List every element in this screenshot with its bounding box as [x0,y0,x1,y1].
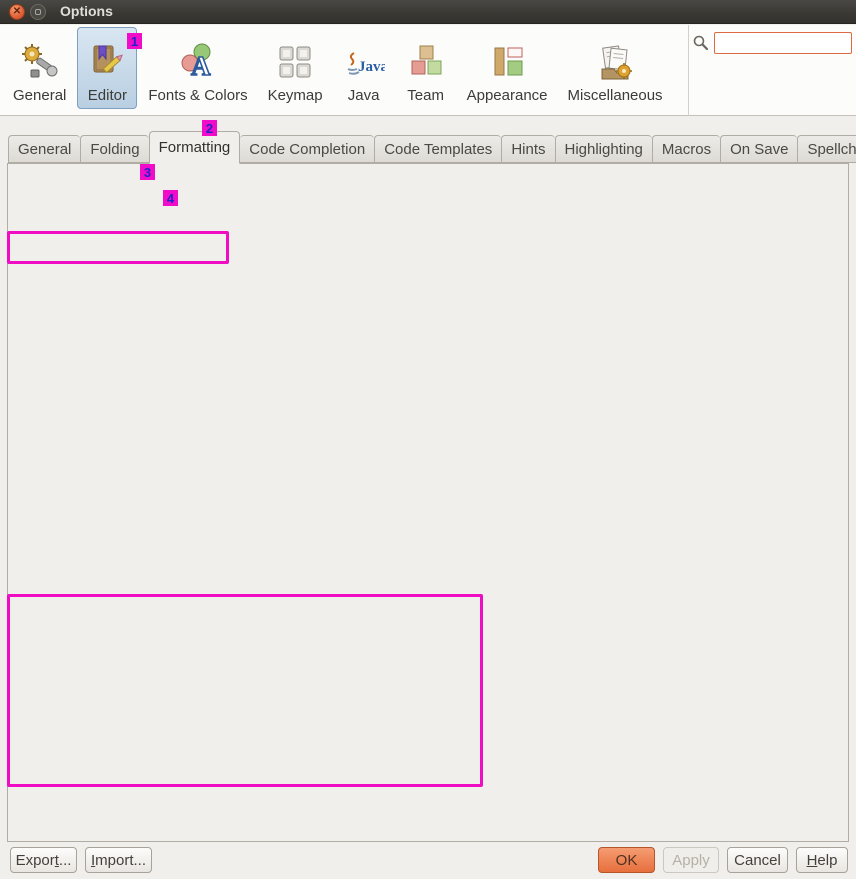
tab-hints[interactable]: Hints [501,135,554,163]
fonts-colors-icon: A [177,41,219,83]
annotation-marker-3: 3 [140,164,155,180]
team-icon [405,41,447,83]
window-title: Options [60,3,113,19]
tab-macros[interactable]: Macros [652,135,720,163]
toolbar-item-label: Fonts & Colors [148,87,247,104]
tab-code-completion[interactable]: Code Completion [240,135,374,163]
toolbar-item-label: Java [348,87,380,104]
toolbar-item-miscellaneous[interactable]: Miscellaneous [559,27,672,109]
title-bar: ✕ Options [0,0,856,24]
java-icon: Java [343,41,385,83]
toolbar-item-label: Keymap [268,87,323,104]
toolbar-item-fonts-colors[interactable]: A Fonts & Colors [139,27,256,109]
help-button[interactable]: Help [796,847,848,873]
toolbar-item-label: Editor [88,87,127,104]
tab-code-templates[interactable]: Code Templates [374,135,501,163]
tab-on-save[interactable]: On Save [720,135,797,163]
search-input[interactable] [714,32,852,54]
appearance-icon [486,41,528,83]
tab-spellchecker[interactable]: Spellchecker [797,135,856,163]
toolbar-item-general[interactable]: General [4,27,75,109]
export-button[interactable]: Export... [10,847,77,873]
import-button[interactable]: Import... [85,847,152,873]
window-restore-button[interactable] [30,4,46,20]
annotation-marker-1: 1 [127,33,142,49]
general-icon [19,41,61,83]
keymap-icon [274,41,316,83]
annotation-marker-4: 4 [163,190,178,206]
toolbar-item-java[interactable]: Java Java [334,27,394,109]
toolbar-item-keymap[interactable]: Keymap [259,27,332,109]
toolbar-item-label: Appearance [467,87,548,104]
tab-formatting[interactable]: Formatting [149,131,241,164]
window-close-button[interactable]: ✕ [9,4,25,20]
tab-folding[interactable]: Folding [80,135,148,163]
formatting-tab-panel [7,163,849,842]
toolbar-item-label: Team [407,87,444,104]
search-icon [692,34,710,52]
svg-text:A: A [191,51,211,81]
tab-highlighting[interactable]: Highlighting [555,135,652,163]
tab-general[interactable]: General [8,135,80,163]
toolbar-item-team[interactable]: Team [396,27,456,109]
toolbar-item-appearance[interactable]: Appearance [458,27,557,109]
editor-icon [86,41,128,83]
cancel-button[interactable]: Cancel [727,847,788,873]
annotation-marker-2: 2 [202,120,217,136]
svg-text:Java: Java [358,59,385,75]
toolbar-divider [688,25,689,116]
apply-button[interactable]: Apply [663,847,719,873]
toolbar-item-label: General [13,87,66,104]
miscellaneous-icon [594,41,636,83]
toolbar-item-label: Miscellaneous [568,87,663,104]
ok-button[interactable]: OK [598,847,655,873]
